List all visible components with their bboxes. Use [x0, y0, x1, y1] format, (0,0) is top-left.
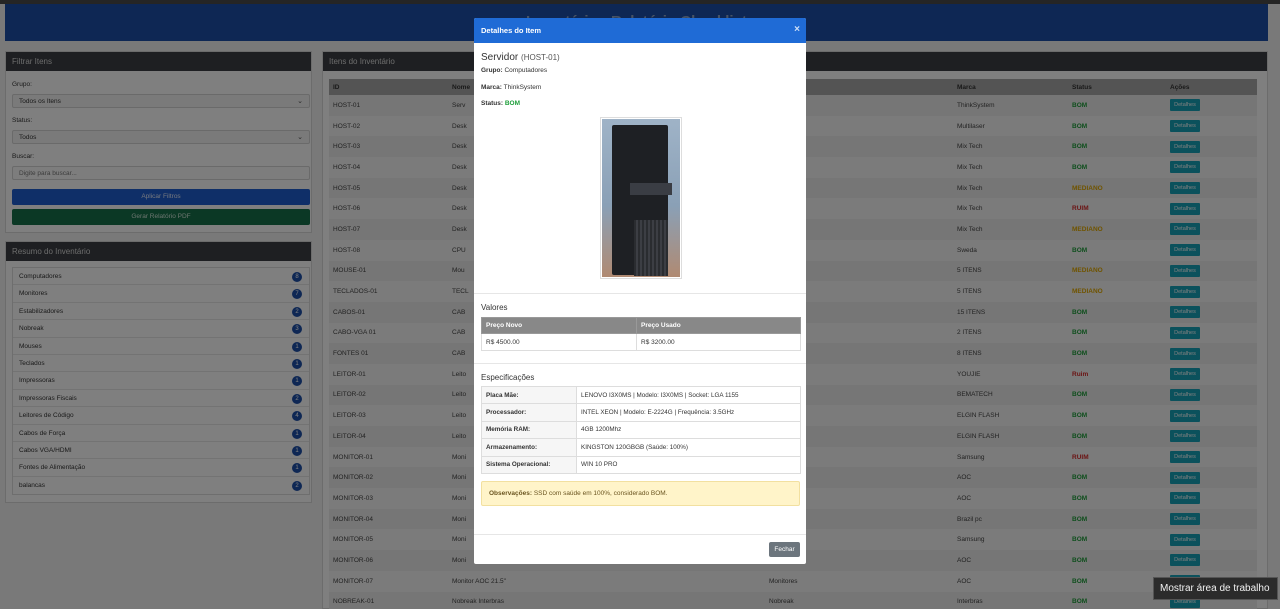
spec-row: Sistema Operacional: WIN 10 PRO — [481, 455, 801, 474]
item-group-value: Computadores — [504, 67, 548, 74]
show-desktop-tooltip: Mostrar área de trabalho — [1153, 577, 1278, 600]
close-icon[interactable]: × — [794, 24, 800, 35]
observations-value: SSD com saúde em 100%, considerado BOM. — [533, 490, 668, 497]
spec-key: Processador: — [481, 403, 577, 422]
price-new-value: R$ 4500.00 — [481, 333, 637, 351]
specs-section-title: Especificações — [481, 373, 535, 382]
values-section-title: Valores — [481, 303, 508, 312]
observations-alert: Observações: SSD com saúde em 100%, cons… — [481, 481, 800, 506]
item-status-line: Status: BOM — [481, 100, 520, 107]
item-title: Servidor (HOST-01) — [481, 52, 560, 63]
item-photo — [600, 117, 682, 279]
item-details-modal: Detalhes do Item × Servidor (HOST-01) Gr… — [474, 18, 806, 564]
close-modal-button[interactable]: Fechar — [769, 542, 800, 557]
specs-table: Placa Mãe: LENOVO I3X0MS | Modelo: I3X0MS… — [481, 385, 801, 474]
item-name: Servidor — [481, 52, 519, 63]
item-brand-line: Marca: ThinkSystem — [481, 84, 541, 91]
spec-row: Memória RAM: 4GB 1200Mhz — [481, 420, 801, 440]
spec-value: KINGSTON 120GBGB (Saúde: 100%) — [576, 438, 801, 457]
server-tower-image — [612, 125, 672, 276]
spec-value: WIN 10 PRO — [576, 455, 801, 474]
spec-value: 4GB 1200Mhz — [576, 420, 801, 440]
spec-key: Sistema Operacional: — [481, 455, 577, 474]
spec-value: INTEL XEON | Modelo: E-2224G | Frequênci… — [576, 403, 801, 422]
item-status-value: BOM — [504, 100, 521, 107]
item-code: (HOST-01) — [521, 53, 560, 62]
spec-key: Memória RAM: — [481, 420, 577, 440]
divider — [474, 534, 806, 535]
price-new-header: Preço Novo — [481, 317, 637, 334]
item-status-key: Status: — [481, 100, 504, 107]
values-table: Preço Novo Preço Usado R$ 4500.00 R$ 320… — [481, 317, 801, 351]
spec-key: Armazenamento: — [481, 438, 577, 457]
modal-header: Detalhes do Item × — [474, 18, 806, 43]
spec-key: Placa Mãe: — [481, 385, 577, 405]
spec-row: Armazenamento: KINGSTON 120GBGB (Saúde: 1… — [481, 438, 801, 457]
observations-key: Observações: — [489, 490, 532, 497]
item-brand-key: Marca: — [481, 84, 502, 91]
spec-row: Processador: INTEL XEON | Modelo: E-2224G… — [481, 403, 801, 422]
divider — [474, 293, 806, 294]
item-group-line: Grupo: Computadores — [481, 67, 547, 74]
item-brand-value: ThinkSystem — [503, 84, 542, 91]
item-group-key: Grupo: — [481, 67, 503, 74]
price-used-value: R$ 3200.00 — [636, 333, 801, 351]
price-used-header: Preço Usado — [636, 317, 801, 334]
spec-row: Placa Mãe: LENOVO I3X0MS | Modelo: I3X0MS… — [481, 385, 801, 405]
divider — [474, 363, 806, 364]
modal-title: Detalhes do Item — [481, 26, 542, 35]
spec-value: LENOVO I3X0MS | Modelo: I3X0MS | Socket:… — [576, 385, 801, 405]
